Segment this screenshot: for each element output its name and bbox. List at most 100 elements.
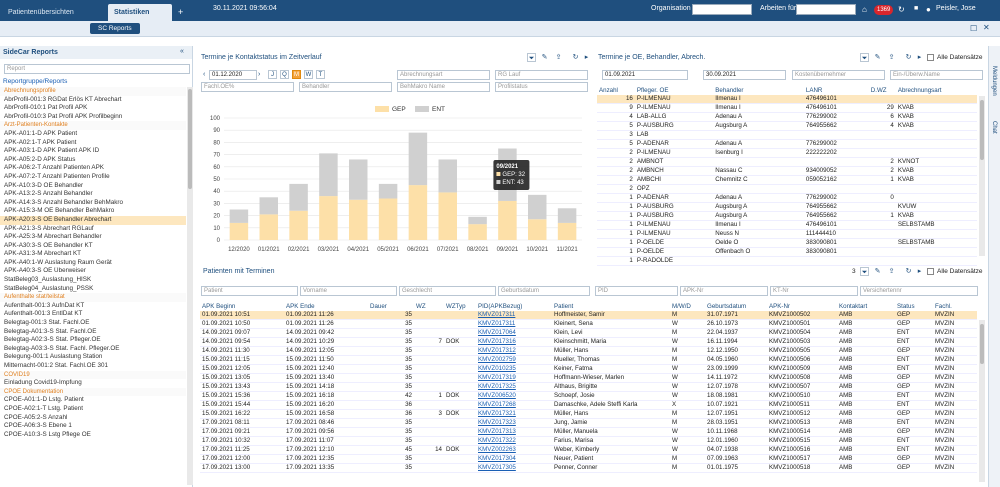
report-item[interactable]: APK-A25:3-M Abrechart Behandler [0,233,186,242]
patients-table-row[interactable]: 15.09.2021 15:44 15.09.2021 16:20 36 KMVZ01… [200,400,977,410]
home-icon[interactable]: ⌂ [862,5,867,14]
meldungen-tab[interactable]: Meldungen [991,66,997,96]
patients-column-header[interactable]: APK-Nr [767,302,837,311]
pid-link[interactable]: KMVZ006520 [476,391,552,401]
pid-link[interactable]: KMVZ017268 [476,400,552,410]
oe-table-row[interactable]: 1 P-AUSBURG Augsburg A 764955662 1 KVAB [597,211,977,221]
report-item[interactable]: StatBeleg03_Auslastung_HISK [0,276,186,285]
patients-table-row[interactable]: 01.09.2021 10:50 01.09.2021 11:26 35 KMVZ01… [200,319,977,329]
report-item[interactable]: Belegtag-A03:3-S Stat. Fachl. Pfleger.OE [0,345,186,354]
report-item[interactable]: CPOE-A01:1-D Lstg. Patient [0,396,186,405]
report-item[interactable]: APK-A20:3-S OE Behandler Abrechart [0,215,186,225]
oe-column-header[interactable]: D.WZ [869,86,896,95]
patients-table-row[interactable]: 15.09.2021 12:05 15.09.2021 12:40 35 KMVZ01… [200,364,977,374]
patients-scrollbar[interactable] [979,320,985,482]
profilstatus-filter[interactable]: Profilstatus [495,82,588,92]
pid-link[interactable]: KMVZ017304 [476,454,552,464]
prev-icon[interactable]: ‹ [203,71,205,78]
report-item[interactable]: Belegtag-001:3 Stat. Fachl.OE [0,319,186,328]
patients-table-row[interactable]: 15.09.2021 13:43 15.09.2021 14:18 35 KMVZ01… [200,382,977,392]
pid-link[interactable]: KMVZ017322 [476,436,552,446]
refresh-icon[interactable]: ↻ [898,5,905,14]
geburtsdatum-filter[interactable]: Geburtsdatum [498,286,590,296]
pat-settings-icon[interactable]: ▸ [915,267,924,276]
oe-date-from[interactable]: 01.09.2021 [602,70,688,80]
patients-column-header[interactable]: WZ [414,302,444,311]
oe-date-to[interactable]: 30.09.2021 [703,70,786,80]
report-item[interactable]: APK-A40:3-S OE Überweiser [0,267,186,276]
oe-table-row[interactable]: 1 P-ILMENAU Ilmenau I 476496101 SELBSTAMB [597,220,977,230]
patients-column-header[interactable]: APK Beginn [200,302,284,311]
oe-column-header[interactable]: Abrechnungsart [896,86,977,95]
report-item[interactable]: Aufenthalt-001:3 AufnDat KT [0,302,186,311]
patients-column-header[interactable]: WZTyp [444,302,476,311]
oe-table-row[interactable]: 1 P-AUSBURG Augsburg A 764955662 KVUW [597,202,977,212]
patients-table-row[interactable]: 01.09.2021 10:51 01.09.2021 11:26 35 KMVZ01… [200,311,977,320]
report-item[interactable]: APK-A06:2-T Anzahl Patienten APK [0,164,186,173]
report-item[interactable]: APK-A05:2-D APK Status [0,156,186,165]
sc-reports-button[interactable]: SC Reports [90,23,140,34]
oe-column-header[interactable]: Pfleger. OE [635,86,713,95]
report-item[interactable]: APK-A13:2-S Anzahl Behandler [0,190,186,199]
report-item[interactable]: APK-A03:1-D APK Patient APK ID [0,147,186,156]
behandler-filter[interactable]: Behandler [299,82,392,92]
lock-icon[interactable]: ■ [914,5,918,12]
patients-column-header[interactable]: PID(APKBezug) [476,302,552,311]
kt-nr-filter[interactable]: KT-Nr [770,286,858,296]
report-item[interactable]: Belegung-001:1 Auslastung Station [0,353,186,362]
oe-scrollbar[interactable] [979,96,985,256]
patients-column-header[interactable]: M/W/D [670,302,705,311]
chat-tab[interactable]: Chat [991,121,997,134]
pid-link[interactable]: KMVZ017305 [476,463,552,473]
oe-table-row[interactable]: 5 P-ADENAR Adenau A 776299002 [597,139,977,149]
period-button-t[interactable]: T [316,70,325,79]
period-button-q[interactable]: Q [280,70,289,79]
pid-link[interactable]: KMVZ017064 [476,328,552,338]
pid-link[interactable]: KMVZ017311 [476,319,552,329]
user-name[interactable]: Peisler, Jose [936,5,976,12]
fachl-oe-filter[interactable]: Fachl.OE% [201,82,294,92]
report-item[interactable]: Belegtag-A01:3-S Stat. Fachl.OE [0,328,186,337]
report-item[interactable]: AbrProfil-010:3 Pat Profil APK Profilbeg… [0,113,186,122]
oe-column-header[interactable]: Behandler [713,86,804,95]
period-button-m[interactable]: M [292,70,301,79]
report-item[interactable]: Mitternacht-001:2 Stat. Fachl.OE 301 [0,362,186,371]
report-item[interactable]: Aufenthalt-001:3 EntlDat KT [0,310,186,319]
oe-table-row[interactable]: 16 P-ILMENAU Ilmenau I 476496101 [597,95,977,104]
pid-link[interactable]: KMVZ017316 [476,337,552,347]
report-item[interactable]: APK-A31:3-M Abrechart KT [0,250,186,259]
pid-link[interactable]: KMVZ017319 [476,373,552,383]
abrechnungsart-filter[interactable]: Abrechnungsart [397,70,490,80]
oe-table-row[interactable]: 1 P-RADOLDE [597,256,977,266]
pid-link[interactable]: KMVZ017312 [476,346,552,356]
report-item[interactable]: APK-A21:3-S Abrechart RGLauf [0,225,186,234]
patients-table-row[interactable]: 15.09.2021 15:36 15.09.2021 16:18 42 1 DOK KM… [200,391,977,401]
pid-link[interactable]: KMVZ017325 [476,382,552,392]
report-item[interactable]: Einladung Covid19-Impfung [0,379,186,388]
geschlecht-filter[interactable]: Geschlecht [399,286,496,296]
pid-link[interactable]: KMVZ002263 [476,445,552,455]
report-item[interactable]: APK-A01:1-D APK Patient [0,130,186,139]
report-item[interactable]: APK-A07:2-T Anzahl Patienten Profile [0,173,186,182]
report-item[interactable]: CPOE-A10:3-S Lstg Pflege OE [0,431,186,440]
close-icon[interactable]: ✕ [983,23,990,32]
patients-table-row[interactable]: 17.09.2021 11:25 17.09.2021 12:10 45 14 DOK K… [200,445,977,455]
pid-link[interactable]: KMVZ017313 [476,427,552,437]
vorname-filter[interactable]: Vorname [300,286,397,296]
pid-link[interactable]: KMVZ002759 [476,355,552,365]
patients-table-row[interactable]: 15.09.2021 11:15 15.09.2021 11:50 35 KMVZ00… [200,355,977,365]
pat-filter-icon[interactable]: ⏷ [860,267,869,276]
pat-refresh-icon[interactable]: ↻ [904,267,913,276]
report-search-input[interactable]: Report [4,64,190,74]
report-item[interactable]: APK-A15:3-M OE Behandler BehMakro [0,207,186,216]
settings-icon[interactable]: ▸ [582,53,591,62]
window-icon[interactable]: ☐ [970,24,977,33]
tab-statistiken[interactable]: Statistiken [108,4,172,21]
arbeiten-fuer-select[interactable] [796,4,856,15]
patients-table-row[interactable]: 14.09.2021 09:07 14.09.2021 09:42 35 KMVZ01… [200,328,977,338]
oe-table-row[interactable]: 2 AMBNCH Nassau C 934009052 2 KVAB [597,166,977,176]
patients-column-header[interactable]: Status [895,302,933,311]
oe-table-row[interactable]: 2 AMBCHI Chemnitz C 059052162 1 KVAB [597,175,977,185]
report-item[interactable]: AbrProfil-010:1 Pat Profil APK [0,104,186,113]
oe-column-header[interactable]: LANR [804,86,869,95]
